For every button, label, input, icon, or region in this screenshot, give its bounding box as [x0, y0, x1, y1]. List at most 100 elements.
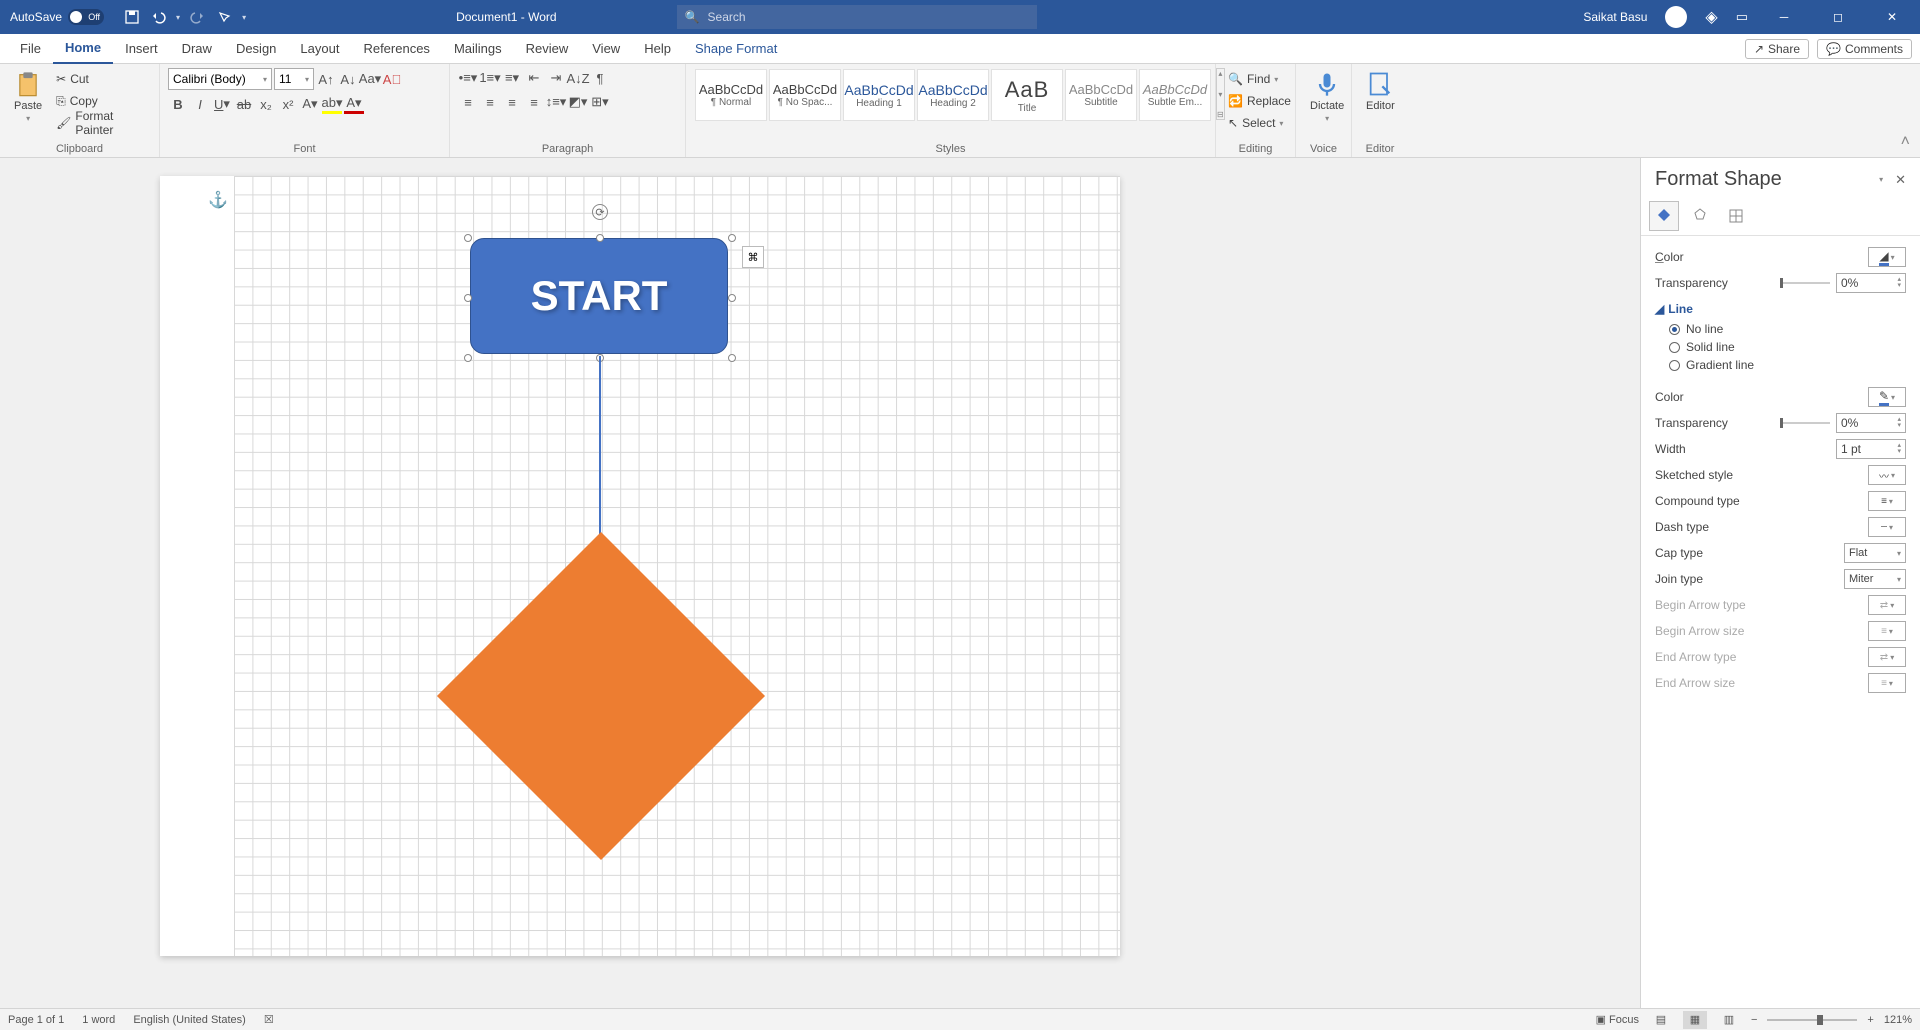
- tab-design[interactable]: Design: [224, 34, 288, 64]
- subscript-button[interactable]: x₂: [256, 94, 276, 114]
- superscript-button[interactable]: x²: [278, 94, 298, 114]
- line-color-picker[interactable]: ✎▾: [1868, 387, 1906, 407]
- join-combo[interactable]: Miter▾: [1844, 569, 1906, 589]
- align-center-button[interactable]: ≡: [480, 92, 500, 112]
- solid-line-radio[interactable]: Solid line: [1655, 338, 1906, 356]
- line-transparency-slider[interactable]: [1780, 422, 1830, 424]
- format-painter-button[interactable]: 🖌Format Painter: [52, 112, 151, 134]
- sort-button[interactable]: A↓Z: [568, 68, 588, 88]
- save-icon[interactable]: [124, 9, 140, 25]
- search-box[interactable]: 🔍: [677, 5, 1037, 29]
- share-button[interactable]: ↗Share: [1745, 39, 1809, 59]
- qat-more-icon[interactable]: ▾: [242, 13, 246, 22]
- shading-button[interactable]: ◩▾: [568, 92, 588, 112]
- zoom-slider[interactable]: [1767, 1019, 1857, 1021]
- undo-icon[interactable]: [150, 9, 166, 25]
- user-avatar[interactable]: [1665, 6, 1687, 28]
- sketched-dropdown[interactable]: 〰▾: [1868, 465, 1906, 485]
- decision-shape[interactable]: [436, 586, 766, 806]
- pane-options-icon[interactable]: ▾: [1879, 175, 1883, 184]
- close-button[interactable]: ✕: [1874, 0, 1910, 34]
- print-layout-button[interactable]: ▦: [1683, 1011, 1707, 1029]
- style-normal[interactable]: AaBbCcDd¶ Normal: [695, 69, 767, 121]
- effects-tab[interactable]: [1685, 201, 1715, 231]
- diamond-icon[interactable]: ◈: [1705, 7, 1717, 27]
- pane-close-button[interactable]: ✕: [1895, 172, 1906, 188]
- tab-layout[interactable]: Layout: [288, 34, 351, 64]
- text-effects-button[interactable]: A▾: [300, 94, 320, 114]
- style-nospacing[interactable]: AaBbCcDd¶ No Spac...: [769, 69, 841, 121]
- tab-references[interactable]: References: [351, 34, 441, 64]
- strike-button[interactable]: ab: [234, 94, 254, 114]
- tab-draw[interactable]: Draw: [170, 34, 224, 64]
- bullets-button[interactable]: •≡▾: [458, 68, 478, 88]
- justify-button[interactable]: ≡: [524, 92, 544, 112]
- rotate-handle[interactable]: ⟳: [592, 204, 608, 220]
- highlight-button[interactable]: ab▾: [322, 94, 342, 114]
- document-canvas[interactable]: ⚓ ⟳ START ⌘: [0, 158, 1640, 1008]
- layout-options-button[interactable]: ⌘: [742, 246, 764, 268]
- change-case-button[interactable]: Aa▾: [360, 69, 380, 89]
- increase-indent-button[interactable]: ⇥: [546, 68, 566, 88]
- dictate-button[interactable]: Dictate▾: [1304, 68, 1350, 125]
- resize-handle[interactable]: [596, 234, 604, 242]
- style-title[interactable]: AaBTitle: [991, 69, 1063, 121]
- bold-button[interactable]: B: [168, 94, 188, 114]
- cap-combo[interactable]: Flat▾: [1844, 543, 1906, 563]
- font-color-button[interactable]: A▾: [344, 94, 364, 114]
- tab-home[interactable]: Home: [53, 34, 113, 64]
- zoom-in-button[interactable]: +: [1867, 1014, 1873, 1026]
- resize-handle[interactable]: [464, 354, 472, 362]
- font-size-combo[interactable]: 11▾: [274, 68, 314, 90]
- grow-font-button[interactable]: A↑: [316, 69, 336, 89]
- clear-format-button[interactable]: A⃠: [382, 69, 402, 89]
- font-name-combo[interactable]: Calibri (Body)▾: [168, 68, 272, 90]
- paste-button[interactable]: Paste ▾: [8, 68, 48, 125]
- no-line-radio[interactable]: No line: [1655, 320, 1906, 338]
- size-tab[interactable]: [1721, 201, 1751, 231]
- focus-mode[interactable]: ▣ Focus: [1596, 1013, 1639, 1026]
- numbering-button[interactable]: 1≡▾: [480, 68, 500, 88]
- toggle-switch[interactable]: Off: [68, 9, 104, 25]
- decrease-indent-button[interactable]: ⇤: [524, 68, 544, 88]
- accessibility-icon[interactable]: ☒: [264, 1013, 274, 1026]
- style-subtle-em[interactable]: AaBbCcDdSubtle Em...: [1139, 69, 1211, 121]
- start-shape[interactable]: START: [470, 238, 728, 354]
- select-button[interactable]: ↖Select▾: [1224, 112, 1295, 134]
- collapse-ribbon-button[interactable]: ˄: [1891, 127, 1920, 157]
- tab-file[interactable]: File: [8, 34, 53, 64]
- tab-mailings[interactable]: Mailings: [442, 34, 514, 64]
- language-indicator[interactable]: English (United States): [133, 1014, 246, 1026]
- page-indicator[interactable]: Page 1 of 1: [8, 1014, 64, 1026]
- word-count[interactable]: 1 word: [82, 1014, 115, 1026]
- shrink-font-button[interactable]: A↓: [338, 69, 358, 89]
- align-right-button[interactable]: ≡: [502, 92, 522, 112]
- resize-handle[interactable]: [728, 354, 736, 362]
- find-button[interactable]: 🔍Find▾: [1224, 68, 1295, 90]
- ribbon-display-icon[interactable]: ▭: [1736, 9, 1748, 25]
- tab-review[interactable]: Review: [514, 34, 581, 64]
- undo-more-icon[interactable]: ▾: [176, 13, 180, 22]
- align-left-button[interactable]: ≡: [458, 92, 478, 112]
- fill-transparency-slider[interactable]: [1780, 282, 1830, 284]
- read-mode-button[interactable]: ▤: [1649, 1011, 1673, 1029]
- tab-insert[interactable]: Insert: [113, 34, 170, 64]
- underline-button[interactable]: U▾: [212, 94, 232, 114]
- fill-line-tab[interactable]: [1649, 201, 1679, 231]
- tab-view[interactable]: View: [580, 34, 632, 64]
- editor-button[interactable]: Editor: [1360, 68, 1401, 114]
- style-subtitle[interactable]: AaBbCcDdSubtitle: [1065, 69, 1137, 121]
- borders-button[interactable]: ⊞▾: [590, 92, 610, 112]
- fill-color-picker[interactable]: ◢▾: [1868, 247, 1906, 267]
- cut-button[interactable]: ✂Cut: [52, 68, 151, 90]
- fill-transparency-input[interactable]: 0%▴▾: [1836, 273, 1906, 293]
- multilevel-button[interactable]: ≡▾: [502, 68, 522, 88]
- line-width-input[interactable]: 1 pt▴▾: [1836, 439, 1906, 459]
- line-transparency-input[interactable]: 0%▴▾: [1836, 413, 1906, 433]
- dash-dropdown[interactable]: ┄▾: [1868, 517, 1906, 537]
- line-section-header[interactable]: ◢Line: [1655, 296, 1906, 320]
- redo-icon[interactable]: [190, 9, 206, 25]
- resize-handle[interactable]: [728, 294, 736, 302]
- web-layout-button[interactable]: ▥: [1717, 1011, 1741, 1029]
- search-input[interactable]: [708, 10, 1029, 24]
